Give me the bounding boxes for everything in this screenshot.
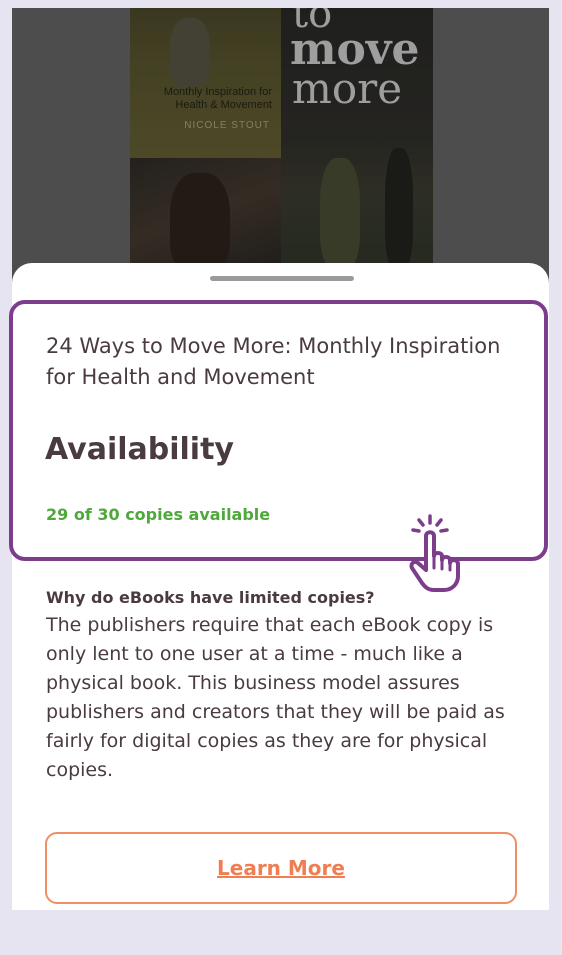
- learn-more-label: Learn More: [217, 856, 345, 880]
- copies-available-text: 29 of 30 copies available: [46, 505, 271, 524]
- book-title: 24 Ways to Move More: Monthly Inspiratio…: [46, 334, 501, 389]
- sheet-drag-handle[interactable]: [210, 276, 354, 281]
- faq-question: Why do eBooks have limited copies?: [46, 588, 375, 607]
- faq-answer: The publishers require that each eBook c…: [46, 614, 505, 781]
- book-cover-image: to move more Monthly Inspiration for Hea…: [130, 8, 433, 288]
- cover-dim-overlay: [130, 8, 433, 288]
- availability-heading: Availability: [45, 432, 234, 467]
- learn-more-button[interactable]: Learn More: [45, 832, 517, 904]
- hand-pointer-click-icon: [409, 514, 460, 592]
